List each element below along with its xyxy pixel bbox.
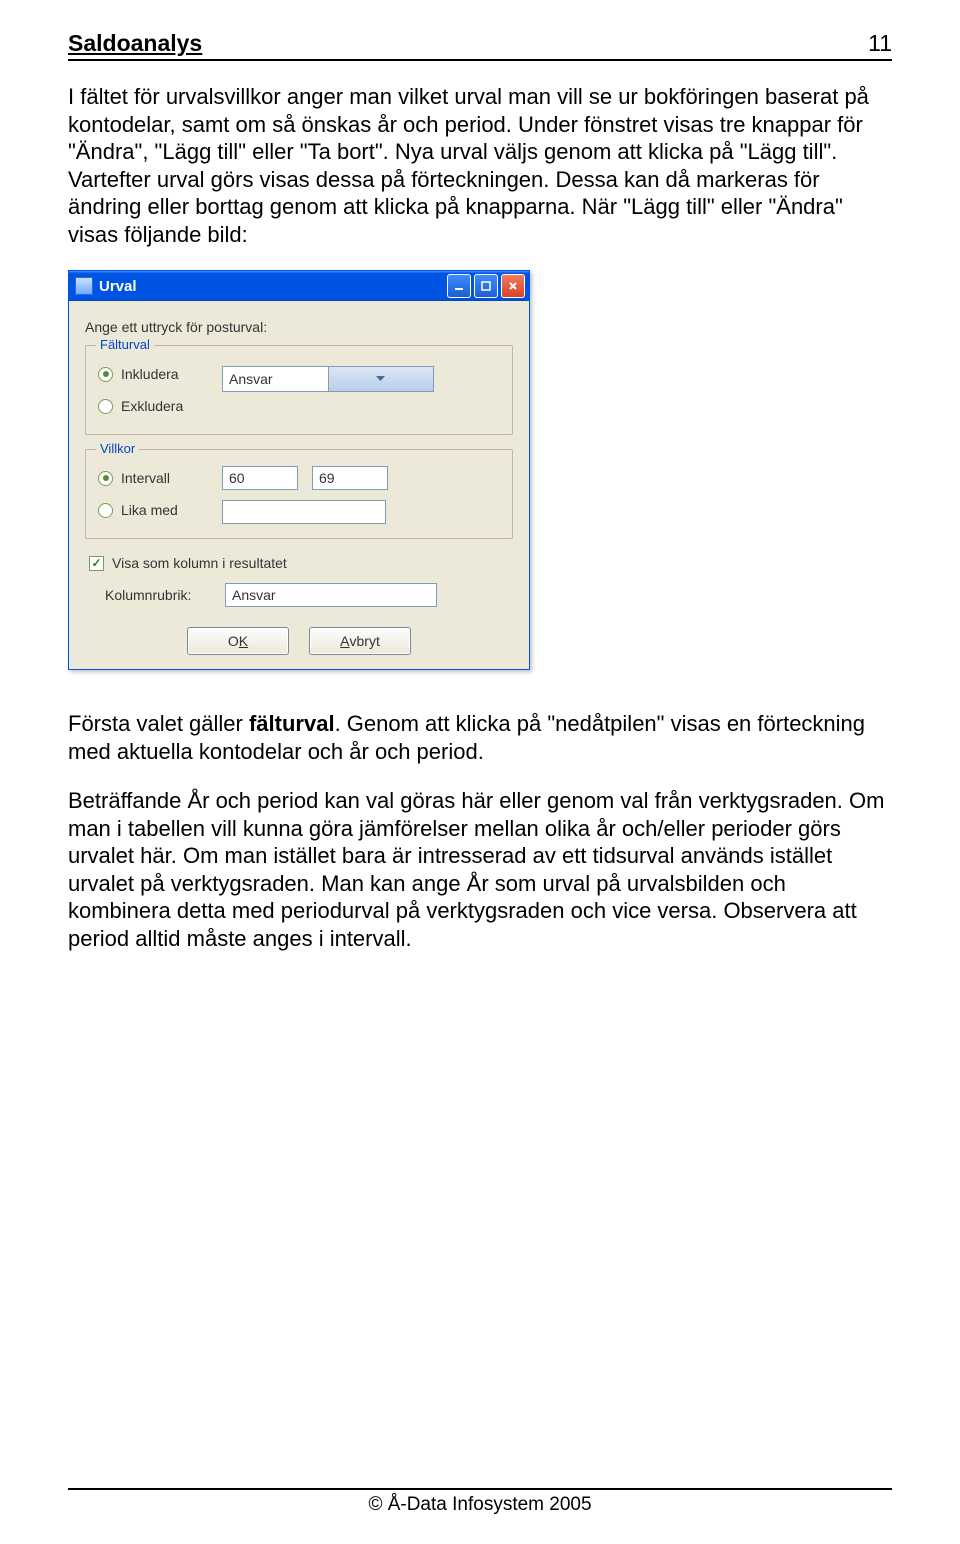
button-label-post: vbryt	[350, 633, 380, 649]
paragraph-2-pre: Första valet gäller	[68, 711, 249, 736]
paragraph-2-bold: fälturval	[249, 711, 335, 736]
falturval-combo[interactable]: Ansvar	[222, 366, 434, 392]
button-label-hotkey: A	[340, 633, 349, 649]
radio-label: Intervall	[121, 470, 170, 486]
chevron-down-icon	[328, 367, 434, 391]
paragraph-1: I fältet för urvalsvillkor anger man vil…	[68, 83, 892, 248]
group-falturval: Fälturval Inkludera Exkludera	[85, 345, 513, 435]
ok-button[interactable]: OK	[187, 627, 289, 655]
radio-icon	[98, 399, 113, 414]
radio-inkludera[interactable]: Inkludera	[98, 366, 208, 382]
combo-value: Ansvar	[223, 371, 328, 387]
radio-label: Exkludera	[121, 398, 183, 414]
avbryt-button[interactable]: Avbryt	[309, 627, 411, 655]
button-label-pre: O	[228, 633, 239, 649]
footer: © Å-Data Infosystem 2005	[68, 1488, 892, 1516]
radio-icon	[98, 503, 113, 518]
titlebar: Urval	[69, 271, 529, 301]
group-villkor-legend: Villkor	[96, 441, 139, 456]
intervall-to-input[interactable]: 69	[312, 466, 388, 490]
group-falturval-legend: Fälturval	[96, 337, 154, 352]
group-villkor: Villkor Intervall Lika med	[85, 449, 513, 539]
intervall-from-input[interactable]: 60	[222, 466, 298, 490]
radio-lika-med[interactable]: Lika med	[98, 502, 208, 518]
visa-kolumn-checkbox[interactable]: Visa som kolumn i resultatet	[89, 555, 513, 571]
header-title: Saldoanalys	[68, 30, 202, 57]
urval-dialog: Urval Ange ett uttryck för posturval: Fä…	[68, 270, 530, 670]
button-label-hotkey: K	[239, 633, 248, 649]
radio-intervall[interactable]: Intervall	[98, 470, 208, 486]
close-button[interactable]	[501, 274, 525, 298]
checkbox-label: Visa som kolumn i resultatet	[112, 555, 287, 571]
radio-exkludera[interactable]: Exkludera	[98, 398, 208, 414]
paragraph-3: Beträffande År och period kan val göras …	[68, 787, 892, 952]
kolumnrubrik-label: Kolumnrubrik:	[105, 587, 215, 603]
page-header: Saldoanalys 11	[68, 30, 892, 61]
radio-label: Inkludera	[121, 366, 179, 382]
window-title: Urval	[99, 278, 447, 295]
lika-med-input[interactable]	[222, 500, 386, 524]
page-number: 11	[868, 30, 892, 57]
radio-icon	[98, 367, 113, 382]
radio-label: Lika med	[121, 502, 178, 518]
minimize-button[interactable]	[447, 274, 471, 298]
paragraph-2: Första valet gäller fälturval. Genom att…	[68, 710, 892, 765]
dialog-prompt: Ange ett uttryck för posturval:	[85, 319, 513, 335]
radio-icon	[98, 471, 113, 486]
app-icon	[75, 277, 93, 295]
checkbox-icon	[89, 556, 104, 571]
kolumnrubrik-input[interactable]: Ansvar	[225, 583, 437, 607]
maximize-button[interactable]	[474, 274, 498, 298]
